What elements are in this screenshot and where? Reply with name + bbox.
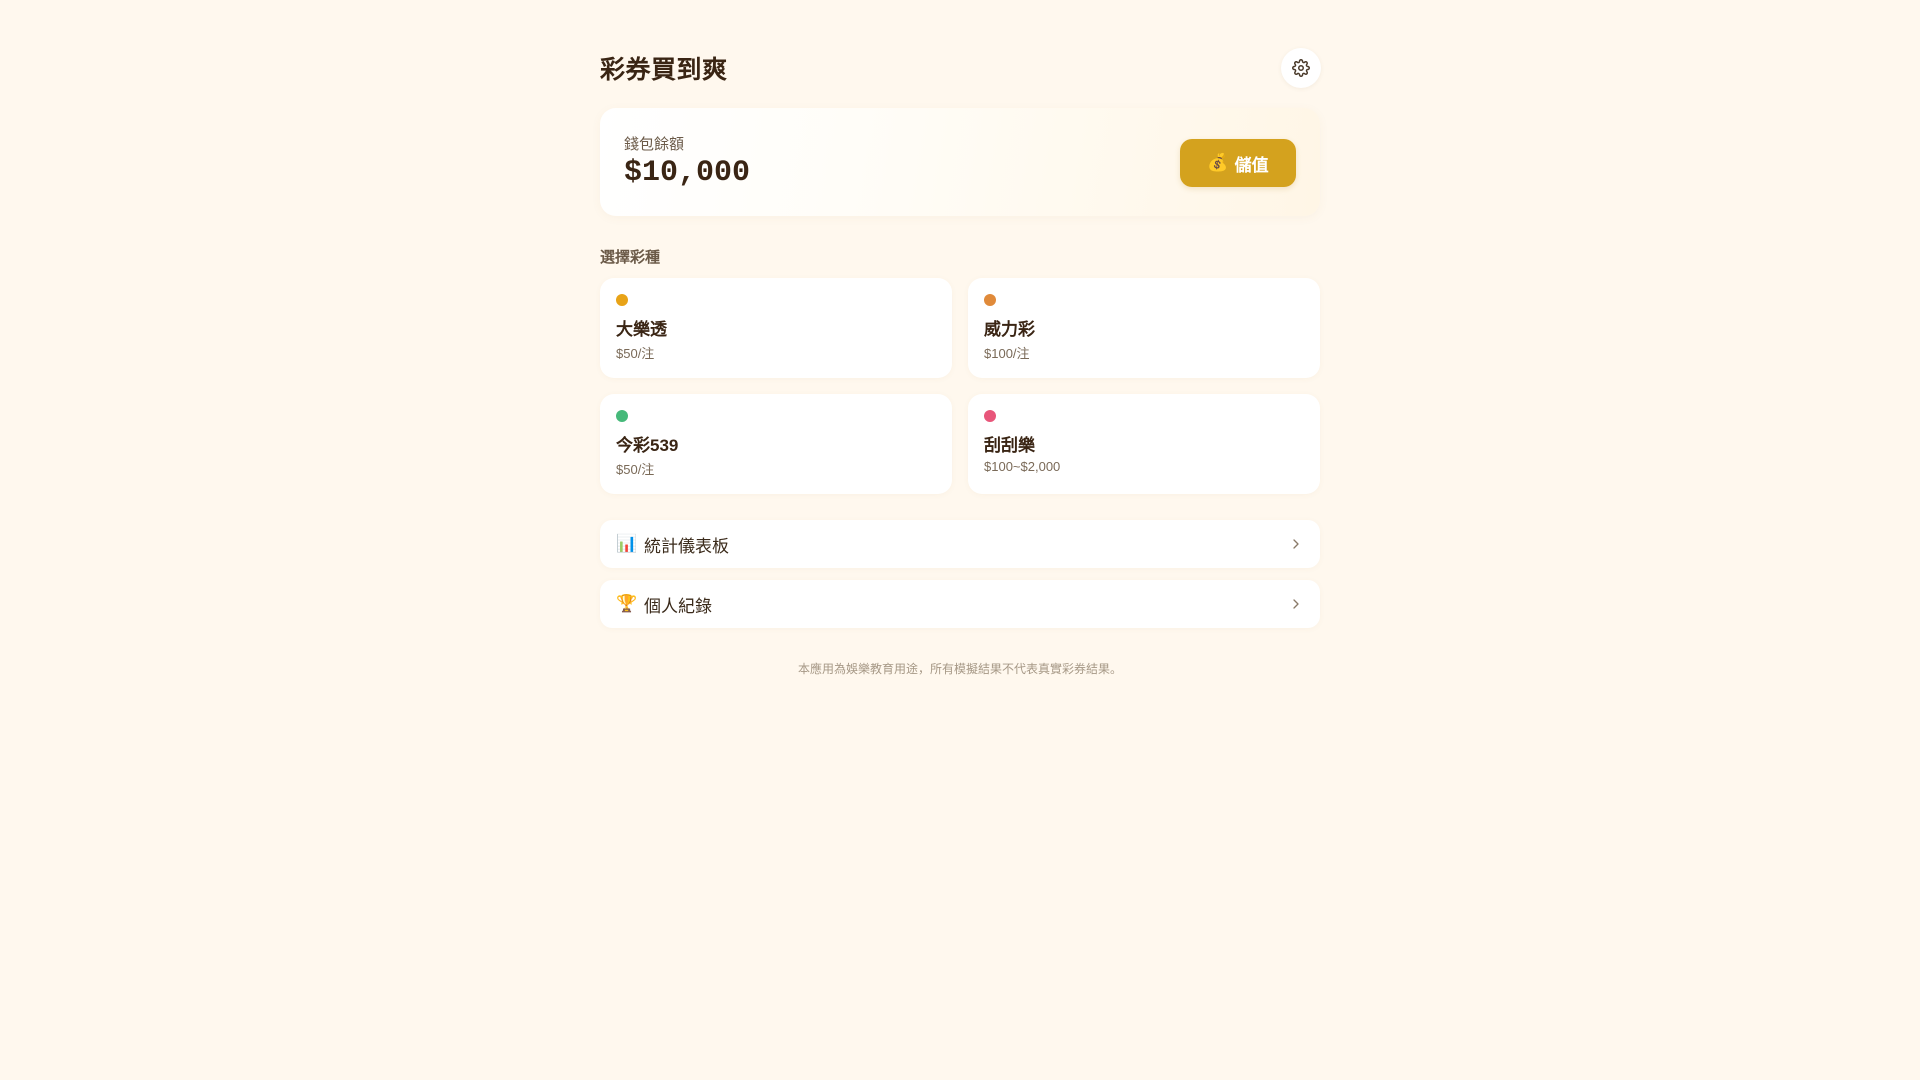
page-title: 彩券買到爽 bbox=[600, 56, 728, 84]
section-title-games: 選擇彩種 bbox=[600, 249, 661, 266]
game-price: $50/注 bbox=[616, 462, 655, 477]
game-price: $100/注 bbox=[984, 346, 1030, 361]
game-price: $50/注 bbox=[616, 346, 655, 361]
game-card-superlotto[interactable]: 威力彩 $100/注 bbox=[968, 278, 1320, 378]
header: 彩券買到爽 bbox=[600, 48, 1321, 88]
gear-icon bbox=[1292, 59, 1310, 77]
game-name: 刮刮樂 bbox=[984, 436, 1035, 455]
game-card-539[interactable]: 今彩539 $50/注 bbox=[600, 394, 952, 494]
chart-icon: 📊 bbox=[616, 534, 638, 553]
game-card-lotto[interactable]: 大樂透 $50/注 bbox=[600, 278, 952, 378]
topup-button[interactable]: 💰 儲值 bbox=[1180, 139, 1296, 187]
menu-item-stats-dashboard[interactable]: 📊 統計儀表板 bbox=[600, 520, 1320, 568]
disclaimer-text: 本應用為娛樂教育用途，所有模擬結果不代表真實彩券結果。 bbox=[797, 662, 1122, 676]
money-bag-icon: 💰 bbox=[1207, 153, 1229, 172]
game-color-dot bbox=[616, 294, 628, 306]
game-color-dot bbox=[616, 410, 628, 422]
game-name: 今彩539 bbox=[616, 436, 679, 455]
menu-item-label: 統計儀表板 bbox=[644, 536, 729, 556]
trophy-icon: 🏆 bbox=[616, 594, 638, 613]
game-name: 威力彩 bbox=[984, 320, 1035, 339]
game-card-scratch[interactable]: 刮刮樂 $100~$2,000 bbox=[968, 394, 1320, 494]
menu-item-personal-records[interactable]: 🏆 個人紀錄 bbox=[600, 580, 1320, 628]
chevron-right-icon bbox=[1293, 599, 1299, 609]
wallet-label: 錢包餘額 bbox=[624, 136, 685, 153]
game-color-dot bbox=[984, 410, 996, 422]
game-color-dot bbox=[984, 294, 996, 306]
game-grid: 大樂透 $50/注 威力彩 $100/注 今彩539 $50/注 刮刮樂 $10… bbox=[600, 278, 1320, 494]
topup-button-label: 儲值 bbox=[1234, 155, 1269, 175]
menu-item-label: 個人紀錄 bbox=[644, 596, 712, 616]
settings-button[interactable] bbox=[1281, 48, 1321, 88]
game-name: 大樂透 bbox=[616, 320, 667, 339]
wallet-balance: $10,000 bbox=[624, 156, 751, 190]
chevron-right-icon bbox=[1293, 539, 1299, 549]
game-price: $100~$2,000 bbox=[984, 459, 1061, 474]
wallet-card: 錢包餘額 $10,000 💰 儲值 bbox=[600, 108, 1320, 216]
